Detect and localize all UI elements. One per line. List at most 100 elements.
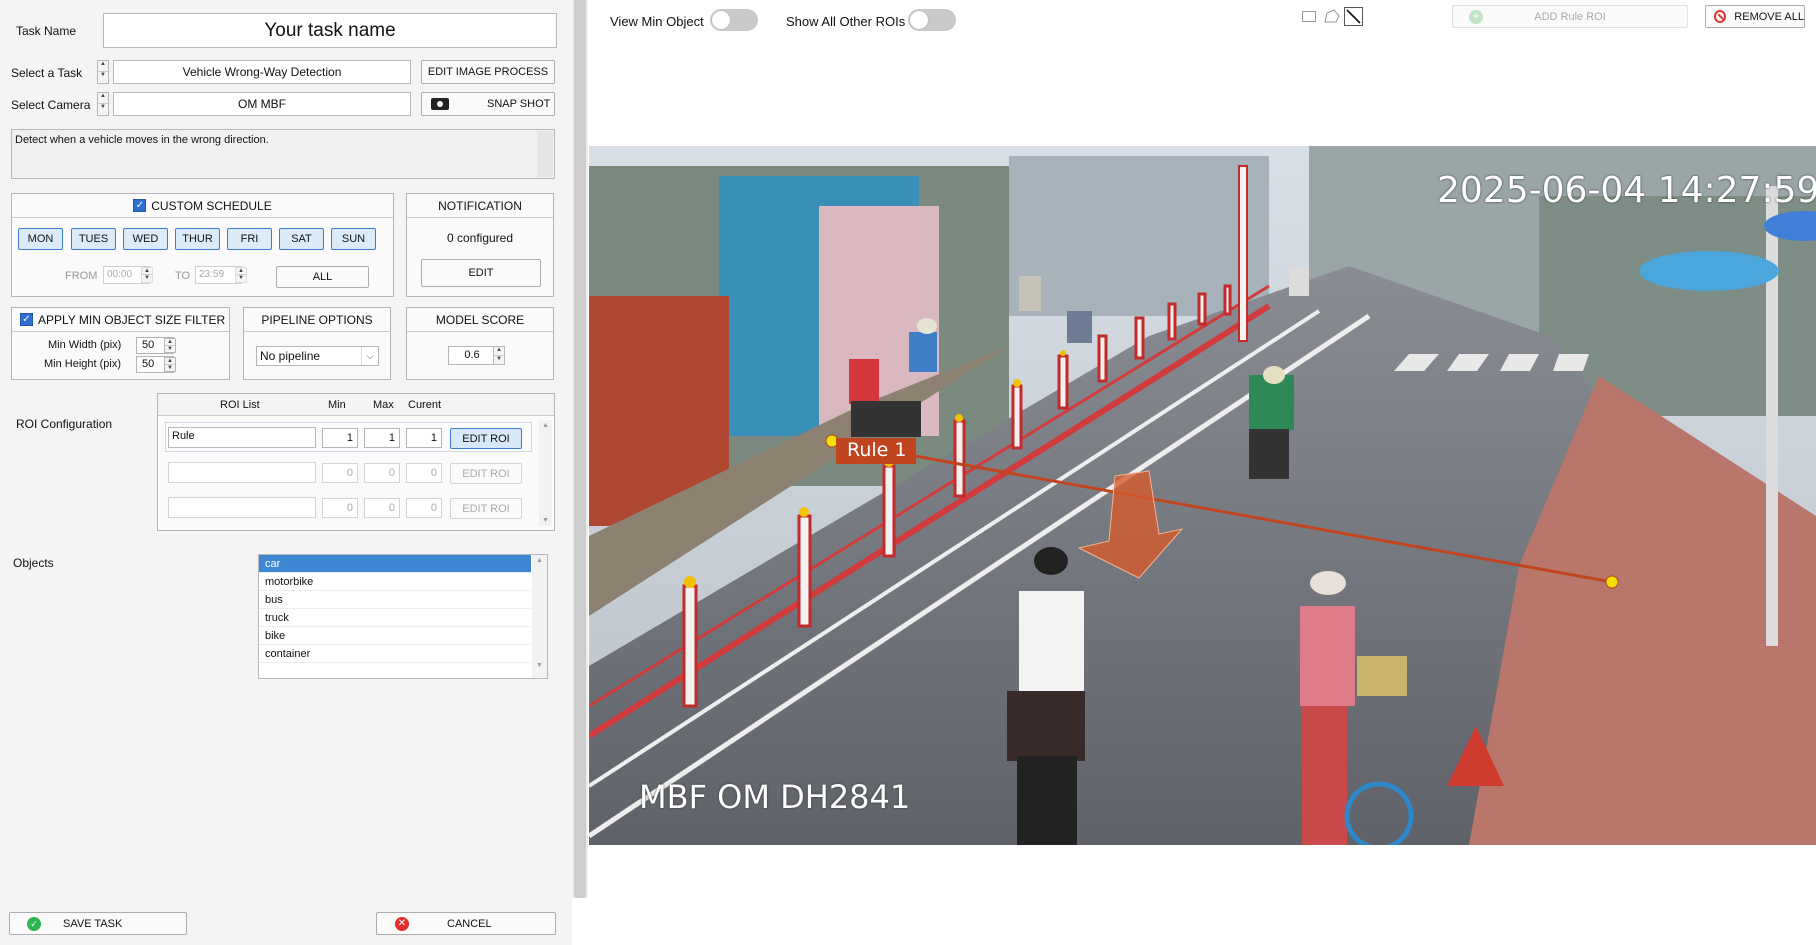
select-task-label: Select a Task (11, 66, 83, 80)
task-name-input[interactable]: Your task name (103, 13, 557, 48)
roi-table-header: ROI List Min Max Curent (158, 394, 554, 416)
camera-stepper[interactable]: ▲ ▼ (97, 92, 109, 116)
list-item-bike[interactable]: bike (259, 627, 531, 645)
left-panel-scrollbar-thumb[interactable] (574, 0, 586, 898)
model-score-stepper[interactable]: ▲ ▼ (493, 346, 505, 365)
roi-name-input[interactable] (168, 462, 316, 483)
roi-current-input[interactable]: 1 (406, 428, 442, 448)
list-item-motorbike[interactable]: motorbike (259, 573, 531, 591)
cancel-button[interactable]: ✕ CANCEL (376, 912, 556, 935)
camera-select-field[interactable]: OM MBF (113, 92, 411, 116)
pipeline-dropdown[interactable]: No pipeline ⌵ (256, 346, 379, 366)
size-filter-title: APPLY MIN OBJECT SIZE FILTER (38, 312, 226, 327)
roi-max-input[interactable]: 1 (364, 428, 400, 448)
model-score-input[interactable]: 0.6 (448, 346, 496, 365)
show-all-rois-label: Show All Other ROIs (786, 14, 906, 29)
to-label: TO (175, 270, 191, 282)
roi-current-input[interactable]: 0 (406, 463, 442, 483)
camera-frame (589, 146, 1816, 845)
roi-min-input[interactable]: 0 (322, 498, 358, 518)
close-circle-icon: ✕ (395, 916, 409, 931)
show-all-rois-toggle[interactable] (908, 9, 956, 31)
day-wed-button[interactable]: WED (123, 228, 168, 250)
description-scrollbar[interactable] (538, 131, 553, 177)
list-item-truck[interactable]: truck (259, 609, 531, 627)
rule-label[interactable]: Rule 1 (847, 439, 907, 461)
model-score-title: MODEL SCORE (407, 308, 553, 332)
min-width-stepper[interactable]: ▲ ▼ (164, 338, 176, 353)
objects-label: Objects (13, 556, 54, 570)
roi-name-input[interactable]: Rule (168, 427, 316, 448)
objects-list-scrollbar[interactable]: ▲ ▼ (532, 555, 547, 678)
pipeline-title: PIPELINE OPTIONS (244, 308, 390, 332)
remove-all-button[interactable]: REMOVE ALL (1705, 5, 1805, 28)
schedule-header: ✓ CUSTOM SCHEDULE (12, 194, 393, 218)
pipeline-panel: PIPELINE OPTIONS No pipeline ⌵ (243, 307, 391, 380)
from-label: FROM (65, 270, 98, 282)
rule-end-point (1605, 575, 1619, 589)
roi-config-label: ROI Configuration (16, 417, 113, 431)
cancel-label: CANCEL (447, 917, 492, 930)
min-height-label: Min Height (pix) (44, 358, 122, 370)
roi-current-header: Curent (408, 399, 442, 411)
remove-all-label: REMOVE ALL (1734, 10, 1804, 23)
day-fri-button[interactable]: FRI (227, 228, 272, 250)
all-days-button[interactable]: ALL (276, 266, 369, 288)
edit-roi-button[interactable]: EDIT ROI (450, 498, 522, 519)
roi-max-input[interactable]: 0 (364, 463, 400, 483)
snap-shot-label: SNAP SHOT (487, 98, 551, 110)
camera-watermark: MBF OM DH2841 (639, 778, 911, 816)
notification-edit-button[interactable]: EDIT (421, 259, 541, 287)
size-filter-checkbox[interactable]: ✓ (20, 313, 33, 326)
list-item-bus[interactable]: bus (259, 591, 531, 609)
schedule-checkbox[interactable]: ✓ (133, 199, 147, 212)
edit-roi-button[interactable]: EDIT ROI (450, 428, 522, 449)
edit-roi-button[interactable]: EDIT ROI (450, 463, 522, 484)
rectangle-tool-icon[interactable] (1302, 11, 1316, 22)
min-width-label: Min Width (pix) (48, 339, 122, 351)
task-select-field[interactable]: Vehicle Wrong-Way Detection (113, 60, 411, 84)
notification-title: NOTIFICATION (407, 194, 553, 218)
list-item-car[interactable]: car (259, 555, 531, 573)
day-mon-button[interactable]: MON (18, 228, 63, 250)
roi-max-input[interactable]: 0 (364, 498, 400, 518)
min-height-stepper[interactable]: ▲ ▼ (164, 357, 176, 372)
roi-table-scrollbar[interactable]: ▲ ▼ (539, 420, 552, 526)
notification-status: 0 configured (446, 231, 514, 245)
polygon-tool-icon[interactable] (1323, 8, 1341, 24)
day-sun-button[interactable]: SUN (331, 228, 376, 250)
roi-current-input[interactable]: 0 (406, 498, 442, 518)
block-icon (1714, 10, 1727, 23)
task-description[interactable]: Detect when a vehicle moves in the wrong… (11, 129, 555, 179)
day-sat-button[interactable]: SAT (279, 228, 324, 250)
roi-min-header: Min (328, 399, 346, 411)
add-rule-roi-button[interactable]: + ADD Rule ROI (1452, 5, 1688, 28)
save-task-button[interactable]: ✓ SAVE TASK (9, 912, 187, 935)
camera-icon (431, 98, 449, 110)
day-thur-button[interactable]: THUR (175, 228, 220, 250)
from-time-stepper[interactable]: ▲ ▼ (141, 267, 153, 283)
schedule-panel: ✓ CUSTOM SCHEDULE MON TUES WED THUR FRI … (11, 193, 394, 297)
add-rule-roi-label: ADD Rule ROI (1534, 10, 1606, 23)
edit-image-process-button[interactable]: EDIT IMAGE PROCESS (421, 60, 555, 84)
roi-name-input[interactable] (168, 497, 316, 518)
view-min-object-toggle[interactable] (710, 9, 758, 31)
day-tues-button[interactable]: TUES (71, 228, 116, 250)
to-time-stepper[interactable]: ▲ ▼ (235, 267, 247, 283)
roi-list-header: ROI List (220, 399, 260, 411)
roi-table: ROI List Min Max Curent Rule 1 1 1 EDIT … (157, 393, 555, 531)
list-item-container[interactable]: container (259, 645, 531, 663)
roi-min-input[interactable]: 0 (322, 463, 358, 483)
check-circle-icon: ✓ (27, 916, 41, 931)
save-task-label: SAVE TASK (63, 917, 123, 930)
viewer-toolbar: View Min Object Show All Other ROIs + AD… (588, 0, 1816, 44)
roi-max-header: Max (373, 399, 394, 411)
plus-circle-icon: + (1469, 10, 1483, 24)
objects-list[interactable]: car motorbike bus truck bike container ▲… (258, 554, 548, 679)
snap-shot-button[interactable]: SNAP SHOT (421, 92, 555, 116)
schedule-title: CUSTOM SCHEDULE (151, 198, 272, 213)
task-stepper[interactable]: ▲ ▼ (97, 60, 109, 84)
line-tool-icon[interactable] (1344, 7, 1363, 26)
camera-view[interactable]: Rule 1 2025-06-04 14:27:59 MBF OM DH2841 (589, 146, 1816, 845)
roi-min-input[interactable]: 1 (322, 428, 358, 448)
